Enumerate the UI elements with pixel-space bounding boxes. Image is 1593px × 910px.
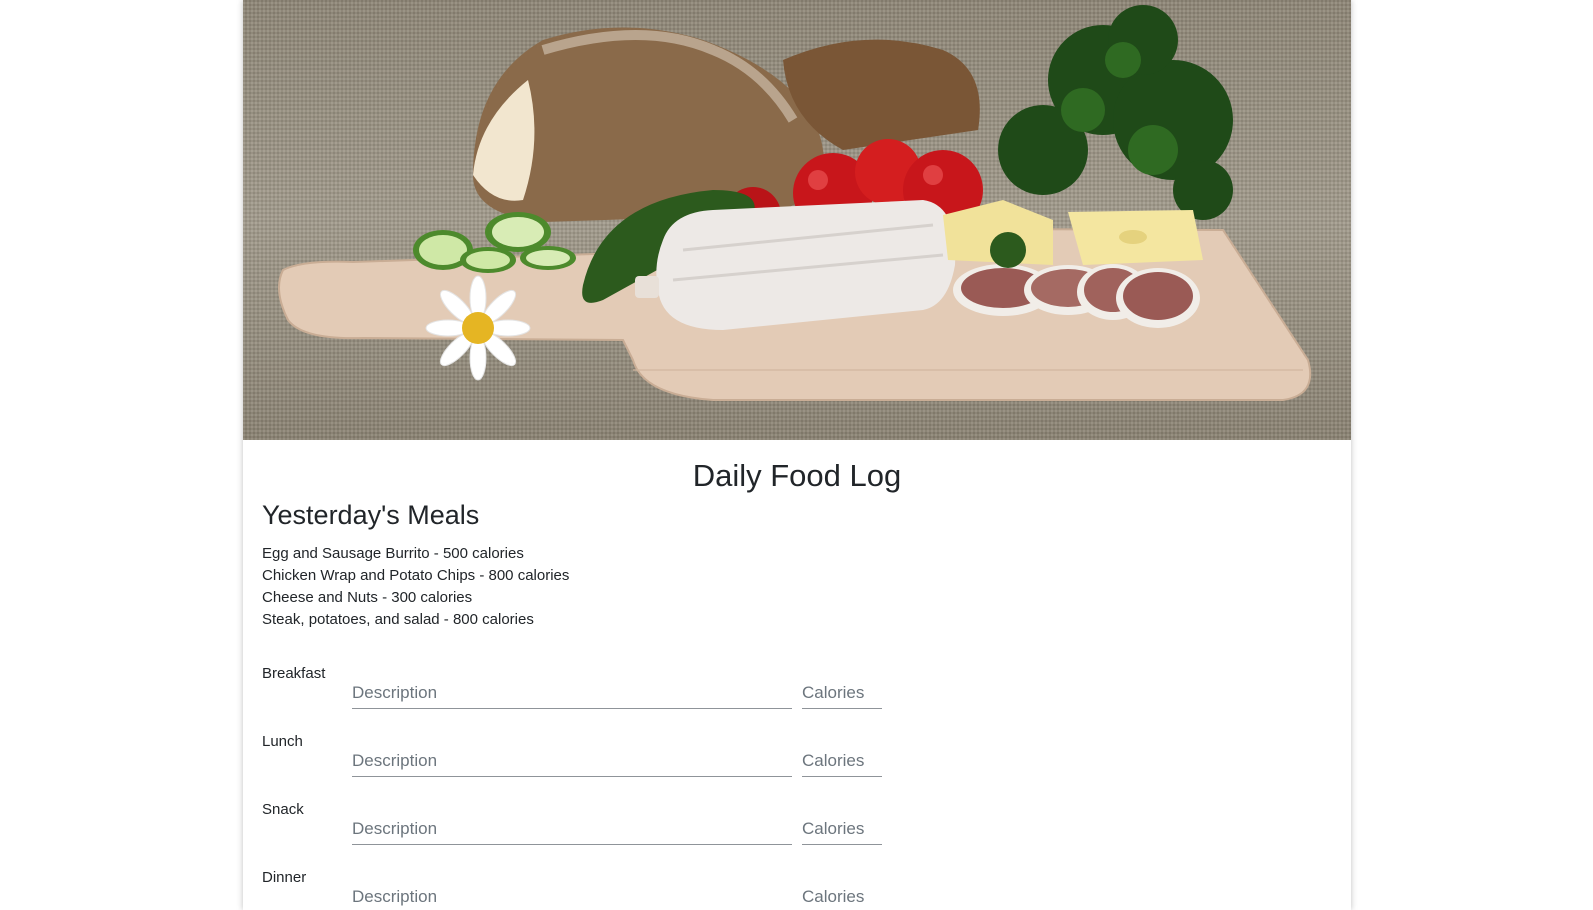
snack-calories-input[interactable] — [802, 801, 882, 845]
breakfast-row: Breakfast — [262, 665, 882, 715]
breakfast-description-input[interactable] — [352, 665, 792, 709]
snack-label: Snack — [262, 801, 304, 818]
snack-description-input[interactable] — [352, 801, 792, 845]
page-title: Daily Food Log — [692, 458, 902, 493]
dinner-label: Dinner — [262, 869, 307, 886]
snack-row: Snack — [262, 801, 882, 851]
list-item: Cheese and Nuts - 300 calories — [262, 589, 473, 606]
dinner-calories-input[interactable] — [802, 869, 882, 910]
lunch-description-input[interactable] — [352, 733, 792, 777]
dinner-row: Dinner — [262, 869, 882, 910]
lunch-label: Lunch — [262, 733, 303, 750]
dinner-description-input[interactable] — [352, 869, 792, 910]
hero-image — [243, 0, 1351, 440]
yesterday-meals-list: Egg and Sausage Burrito - 500 calories C… — [262, 543, 569, 631]
list-item: Egg and Sausage Burrito - 500 calories — [262, 545, 524, 562]
food-board-illustration — [278, 5, 1312, 401]
breakfast-calories-input[interactable] — [802, 665, 882, 709]
lunch-calories-input[interactable] — [802, 733, 882, 777]
yesterday-meals-heading: Yesterday's Meals — [262, 500, 480, 530]
list-item: Chicken Wrap and Potato Chips - 800 calo… — [262, 567, 570, 584]
breakfast-label: Breakfast — [262, 665, 326, 682]
lunch-row: Lunch — [262, 733, 882, 783]
page-card: Daily Food Log Yesterday's Meals Egg and… — [243, 0, 1351, 910]
list-item: Steak, potatoes, and salad - 800 calorie… — [262, 611, 534, 628]
